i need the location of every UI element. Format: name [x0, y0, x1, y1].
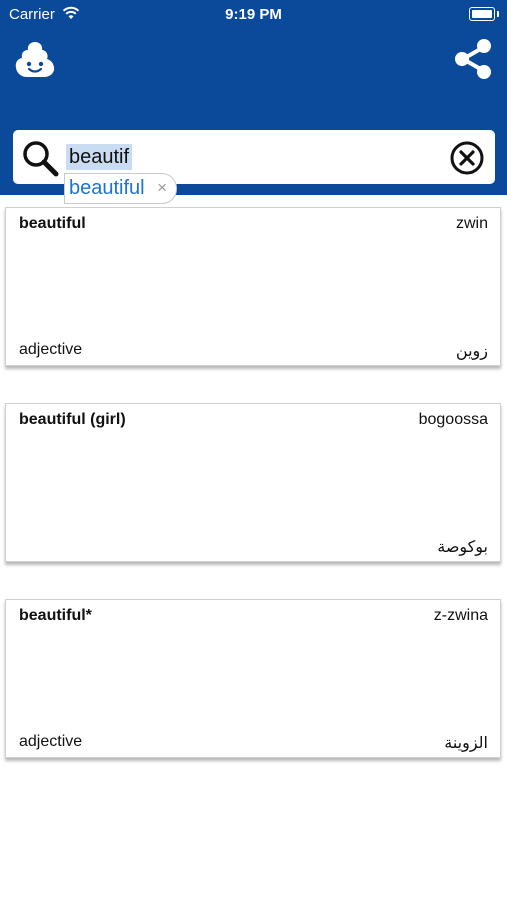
share-icon[interactable] — [452, 38, 494, 80]
app-header: Carrier 9:19 PM beautif — [0, 0, 507, 195]
result-arabic: بوكوصة — [437, 537, 488, 556]
cloud-mascot-icon[interactable] — [13, 38, 57, 82]
suggestion-text[interactable]: beautiful — [69, 177, 145, 200]
result-arabic: الزوينة — [444, 733, 488, 752]
dismiss-suggestion-icon[interactable]: × — [157, 178, 167, 198]
status-time: 9:19 PM — [225, 6, 282, 23]
result-transliteration: zwin — [455, 215, 488, 232]
result-card[interactable]: beautiful* z-zwina adjective الزوينة — [5, 599, 501, 758]
status-bar: Carrier 9:19 PM — [0, 0, 507, 28]
battery-icon — [469, 7, 499, 21]
result-card[interactable]: beautiful (girl) bogoossa بوكوصة — [5, 403, 501, 562]
result-transliteration: z-zwina — [433, 607, 488, 624]
result-part-of-speech: adjective — [19, 733, 83, 750]
clear-circle-x-icon[interactable] — [449, 140, 485, 176]
search-input[interactable]: beautif — [66, 144, 133, 170]
search-icon — [23, 141, 59, 177]
result-transliteration: bogoossa — [418, 411, 488, 428]
result-term: beautiful (girl) — [19, 411, 126, 428]
result-arabic: زوين — [455, 341, 488, 360]
result-term: beautiful* — [19, 607, 92, 624]
result-term: beautiful — [19, 215, 86, 232]
result-part-of-speech: adjective — [19, 341, 83, 358]
result-card[interactable]: beautiful zwin adjective زوين — [5, 207, 501, 366]
autocorrect-suggestion[interactable]: beautiful × — [64, 173, 177, 204]
